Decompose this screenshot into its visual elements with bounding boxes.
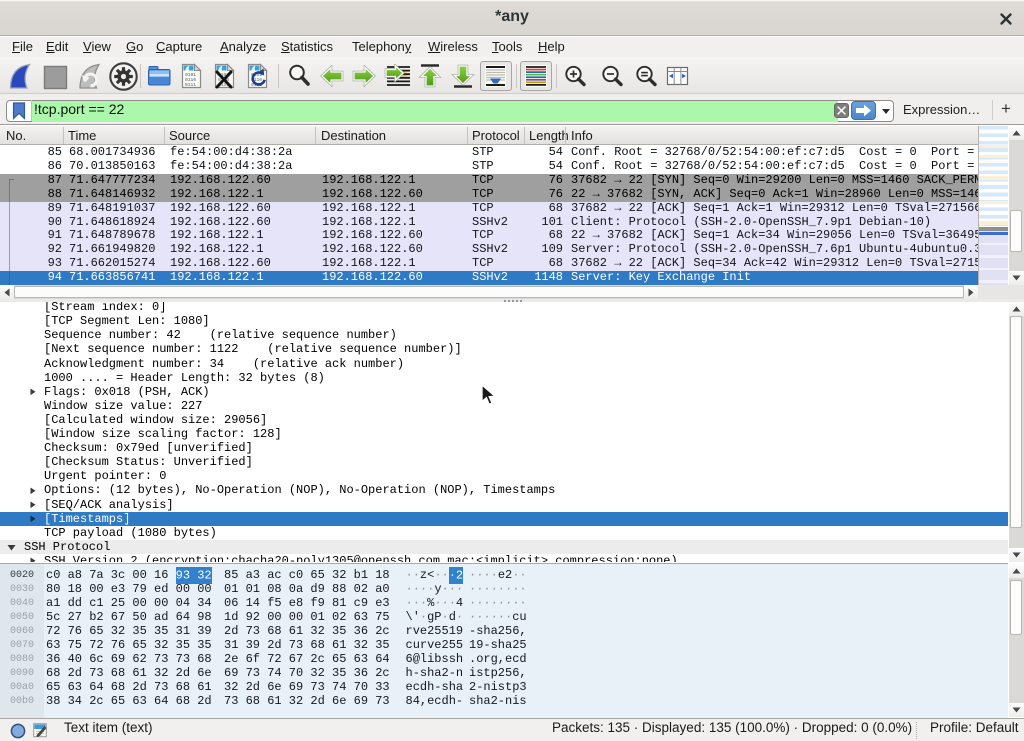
svg-text:0111: 0111 xyxy=(185,82,196,88)
